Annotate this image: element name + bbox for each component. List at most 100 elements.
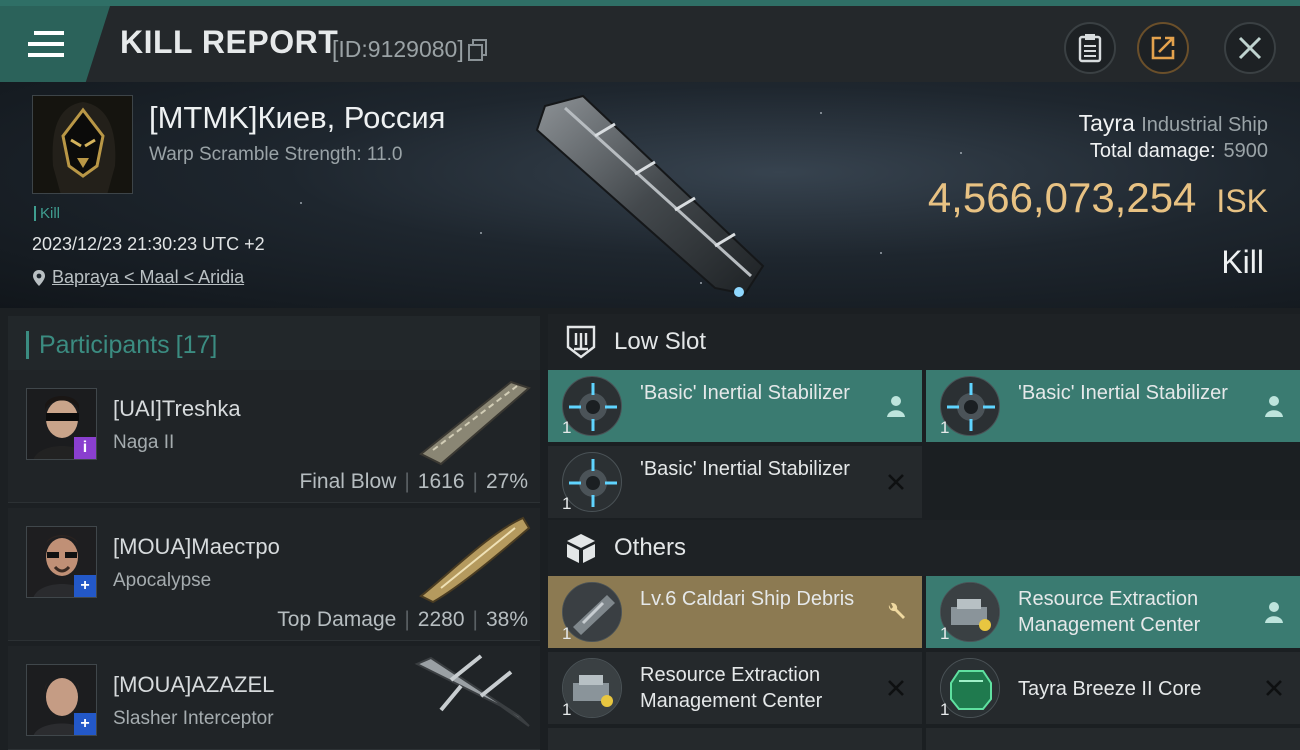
item-quantity: 1 <box>562 624 572 643</box>
participant-stats: Top Damage | 2280 | 38% <box>277 608 528 631</box>
participants-panel: Participants [17] i [UAI]Treshka Naga II… <box>0 308 540 750</box>
kill-result: Kill <box>1221 244 1264 280</box>
participant-role: Top Damage <box>277 608 397 631</box>
item-name: Resource Extraction Management Center <box>1018 588 1201 636</box>
participant-row[interactable]: i [UAI]Treshka Naga II Final Blow | 1616 | 2… <box>8 370 540 503</box>
participant-name[interactable]: [UAI]Treshka <box>113 396 241 422</box>
person-icon <box>1262 394 1286 418</box>
participant-ship: Slasher Interceptor <box>113 708 274 729</box>
low-slot-header: Low Slot <box>548 314 1300 370</box>
participant-ship: Apocalypse <box>113 570 212 591</box>
menu-button[interactable] <box>0 6 110 82</box>
close-button[interactable] <box>1224 22 1276 74</box>
close-icon <box>1238 36 1262 60</box>
participants-header: Participants [17] <box>8 316 540 374</box>
warp-scramble-strength: Warp Scramble Strength: 11.0 <box>149 144 403 165</box>
participant-damage: 2280 <box>417 608 465 631</box>
participant-avatar[interactable]: i <box>26 388 97 460</box>
location-link[interactable]: Bapraya < Maal < Aridia <box>32 267 244 288</box>
participant-badge: + <box>74 713 96 735</box>
module-name: 'Basic' Inertial Stabilizer <box>640 382 850 404</box>
item-name: Lv.6 Caldari Ship Debris <box>640 588 855 610</box>
module-slot[interactable]: 1 'Basic' Inertial Stabilizer <box>548 446 922 518</box>
total-damage-label: Total damage: <box>1089 140 1216 162</box>
share-button[interactable] <box>1137 22 1189 74</box>
item-quantity: 1 <box>940 624 950 643</box>
module-quantity: 1 <box>940 418 950 437</box>
location-pin-icon <box>33 269 45 286</box>
total-damage-value: 5900 <box>1223 140 1269 162</box>
isk-value: 4,566,073,254 ISK <box>928 174 1268 222</box>
report-id-text: [ID:9129080] <box>332 36 464 62</box>
participant-ship-image <box>419 516 531 604</box>
participant-ship-image <box>419 380 531 466</box>
page-title: KILL REPORT <box>120 24 339 60</box>
participant-name[interactable]: [MOUA]AZAZEL <box>113 672 274 698</box>
module-name: 'Basic' Inertial Stabilizer <box>640 458 850 480</box>
ship-class: Industrial Ship <box>1141 114 1268 136</box>
cargo-slot[interactable] <box>926 728 1300 750</box>
share-icon <box>1151 36 1175 60</box>
isk-amount: 4,566,073,254 <box>927 174 1197 221</box>
cargo-slot[interactable] <box>548 728 922 750</box>
low-slot-icon <box>566 325 596 359</box>
clipboard-icon <box>1078 34 1102 63</box>
participant-row[interactable]: + [MOUA]Маестро Apocalypse Top Damage | 22… <box>8 508 540 641</box>
wrench-icon <box>884 600 908 624</box>
item-quantity: 1 <box>940 700 950 719</box>
participant-ship-image <box>414 654 530 727</box>
module-slot[interactable]: 1 'Basic' Inertial Stabilizer <box>548 370 922 442</box>
ship-name[interactable]: Tayra <box>1079 110 1135 136</box>
kill-tag: Kill <box>34 206 60 221</box>
participant-badge: i <box>74 437 96 459</box>
participant-percent: 27% <box>485 470 528 493</box>
module-quantity: 1 <box>562 494 572 513</box>
participants-count: [17] <box>175 330 218 359</box>
top-bar: KILL REPORT [ID:9129080] <box>0 0 1300 82</box>
others-header: Others <box>548 520 1300 576</box>
clipboard-button[interactable] <box>1064 22 1116 74</box>
cargo-slot[interactable]: 1 Resource Extraction Management Center <box>926 576 1300 648</box>
x-icon <box>1262 676 1286 700</box>
victim-summary: [MTMK]Киев, Россия Warp Scramble Strengt… <box>0 82 1300 308</box>
module-quantity: 1 <box>562 418 572 437</box>
participant-avatar[interactable]: + <box>26 664 97 736</box>
participant-name[interactable]: [MOUA]Маестро <box>113 534 280 560</box>
victim-avatar[interactable] <box>32 95 133 194</box>
ship-type-line: Tayra Industrial Ship <box>1079 110 1268 137</box>
cargo-slot[interactable]: 1 Lv.6 Caldari Ship Debris <box>548 576 922 648</box>
participant-stats: Final Blow | 1616 | 27% <box>299 470 528 493</box>
x-icon <box>884 470 908 494</box>
person-icon <box>884 394 908 418</box>
participant-row[interactable]: + [MOUA]AZAZEL Slasher Interceptor <box>8 646 540 750</box>
participant-percent: 38% <box>485 608 528 631</box>
copy-icon[interactable] <box>467 38 488 61</box>
x-icon <box>884 676 908 700</box>
participants-label: Participants <box>39 330 170 359</box>
module-slot[interactable]: 1 'Basic' Inertial Stabilizer <box>926 370 1300 442</box>
item-quantity: 1 <box>562 700 572 719</box>
participant-role: Final Blow <box>299 470 397 493</box>
cargo-slot[interactable]: 1 Tayra Breeze II Core <box>926 652 1300 724</box>
isk-unit: ISK <box>1216 183 1268 219</box>
total-damage: Total damage: 5900 <box>1090 140 1268 163</box>
person-icon <box>1262 600 1286 624</box>
low-slot-label: Low Slot <box>614 328 707 355</box>
menu-icon <box>28 31 64 57</box>
others-label: Others <box>614 534 687 561</box>
participant-damage: 1616 <box>417 470 465 493</box>
participant-avatar[interactable]: + <box>26 526 97 598</box>
participant-ship: Naga II <box>113 432 175 453</box>
cube-icon <box>567 534 595 563</box>
kill-datetime: 2023/12/23 21:30:23 UTC +2 <box>32 234 265 254</box>
cargo-slot[interactable]: 1 Resource Extraction Management Center <box>548 652 922 724</box>
item-name: Resource Extraction Management Center <box>640 664 823 712</box>
location-text: Bapraya < Maal < Aridia <box>52 267 245 287</box>
victim-ship-image <box>535 94 765 297</box>
report-id[interactable]: [ID:9129080] <box>332 36 488 63</box>
victim-name[interactable]: [MTMK]Киев, Россия <box>149 100 445 136</box>
module-name: 'Basic' Inertial Stabilizer <box>1018 382 1228 404</box>
item-name: Tayra Breeze II Core <box>1018 678 1202 700</box>
participant-badge: + <box>74 575 96 597</box>
fitting-panel: Low Slot 1 'Basic' Inertial Stabilizer 1… <box>540 308 1300 750</box>
